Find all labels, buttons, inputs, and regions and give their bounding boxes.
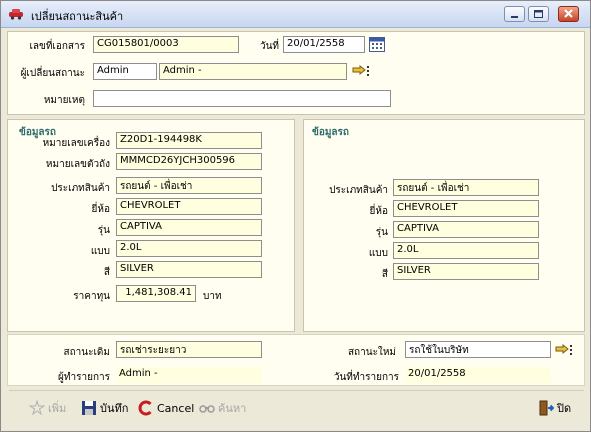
right-brand-label: ยี่ห้อ [369,206,388,217]
new-status-lookup-icon[interactable] [555,343,573,357]
calendar-icon[interactable] [369,36,385,52]
date-label: วันที่ [259,41,279,52]
right-color-field: SILVER [393,263,539,280]
left-brand-field: CHEVROLET [116,198,262,215]
op-date-label: วันที่ทำรายการ [333,372,399,383]
left-variant-field: 2.0L [116,240,262,257]
right-type-label: ประเภทสินค้า [329,185,388,196]
old-status-field: รถเช่าระยะยาว [116,341,262,358]
new-status-label: สถานะใหม่ [347,347,396,358]
left-type-label: ประเภทสินค้า [51,183,110,194]
left-color-label: สี [103,267,110,278]
exit-label: ปิด [557,402,572,415]
cancel-icon [138,400,152,416]
cost-unit-label: บาท [203,291,222,302]
exit-icon [539,400,554,416]
right-variant-field: 2.0L [393,242,539,259]
changer-label: ผู้เปลี่ยนสถานะ [20,68,85,79]
save-icon [82,401,96,415]
chassis-field: MMMCD26YJCH300596 [116,153,262,170]
op-date-value: 20/01/2558 [405,367,551,383]
cost-label: ราคาทุน [73,291,110,302]
maximize-button[interactable] [528,6,549,22]
right-variant-label: แบบ [368,248,388,259]
right-section-title: ข้อมูลรถ [312,127,349,138]
left-variant-label: แบบ [90,246,110,257]
maximize-icon [534,10,543,18]
add-icon [29,400,45,416]
new-status-field[interactable]: รถใช้ในบริษัท [405,341,551,358]
cancel-label: Cancel [157,401,195,415]
search-button[interactable]: ค้นหา [199,399,246,417]
engine-label: หมายเลขเครื่อง [42,138,110,149]
lookup-icon[interactable] [352,64,370,78]
doc-no-label: เลขที่เอกสาร [29,41,85,52]
operator-label: ผู้ทำรายการ [58,372,110,383]
left-model-field: CAPTIVA [116,219,262,236]
minimize-button[interactable] [504,6,525,22]
save-button[interactable]: บันทึก [81,399,128,417]
operator-value: Admin - [116,367,262,383]
left-color-field: SILVER [116,261,262,278]
exit-button[interactable]: ปิด [538,399,571,417]
left-type-field: รถยนต์ - เพื่อเช่า [116,177,262,194]
chassis-label: หมายเลขตัวถัง [45,159,110,170]
changer-code-field[interactable]: Admin [93,63,157,80]
close-icon [564,9,573,18]
engine-field: Z20D1-194498K [116,132,262,149]
right-model-field: CAPTIVA [393,221,539,238]
save-label: บันทึก [100,402,129,415]
search-label: ค้นหา [218,402,247,415]
cost-field: 1,481,308.41 [116,285,196,302]
doc-no-field[interactable]: CG015801/0003 [93,36,239,53]
date-field[interactable]: 20/01/2558 [283,36,365,53]
car-icon [9,9,23,20]
minimize-icon [511,16,518,18]
toolbar-divider [9,390,584,391]
right-color-label: สี [381,269,388,280]
close-window-button[interactable] [558,6,579,22]
remark-label: หมายเหตุ [43,95,85,106]
main-window: เปลี่ยนสถานะสินค้า เลขที่เอกสาร CG015801… [0,0,591,432]
changer-name-field: Admin - [159,63,347,80]
remark-field[interactable] [93,90,391,107]
cancel-button[interactable]: Cancel [138,399,194,417]
right-brand-field: CHEVROLET [393,200,539,217]
old-status-label: สถานะเดิม [63,347,110,358]
title-bar: เปลี่ยนสถานะสินค้า [1,1,590,28]
add-label: เพิ่ม [48,402,67,415]
left-brand-label: ยี่ห้อ [91,204,110,215]
window-title: เปลี่ยนสถานะสินค้า [31,10,124,23]
right-model-label: รุ่น [375,227,388,238]
left-model-label: รุ่น [97,225,110,236]
right-type-field: รถยนต์ - เพื่อเช่า [393,179,539,196]
search-icon [199,405,215,413]
add-button[interactable]: เพิ่ม [29,399,66,417]
